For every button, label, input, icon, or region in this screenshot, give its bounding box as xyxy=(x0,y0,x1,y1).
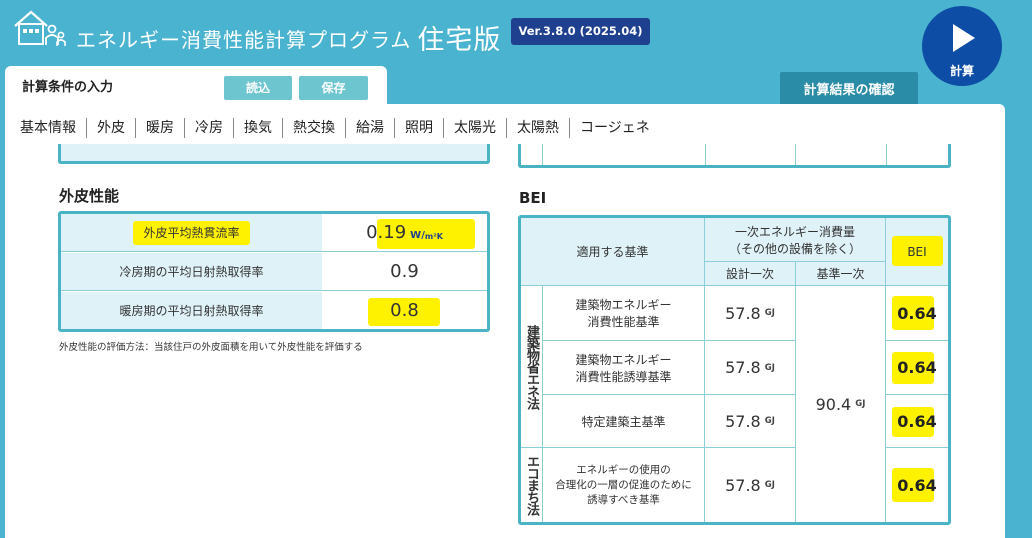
group-label-eco-city-act: エコまち法 xyxy=(521,448,543,522)
tab-envelope[interactable]: 外皮 xyxy=(87,118,136,138)
bei-value-cell: 0.64 xyxy=(886,448,948,522)
tab-cooling[interactable]: 冷房 xyxy=(185,118,234,138)
envelope-note: 外皮性能の評価方法：当該住戸の外皮面積を用いて外皮性能を評価する xyxy=(59,342,363,353)
standard-cell: 特定建築主基準 xyxy=(543,395,705,448)
house-people-icon xyxy=(14,10,66,46)
bei-value-cell: 0.64 xyxy=(886,286,948,341)
table-row: 暖房期の平均日射熱取得率 0.8 xyxy=(61,292,487,329)
app-name: エネルギー消費性能計算プログラム xyxy=(76,28,412,52)
standard-cell: エネルギーの使用の 合理化の一層の促進のために 誘導すべき基準 xyxy=(543,448,705,522)
heating-eta-label: 暖房期の平均日射熱取得率 xyxy=(61,292,322,329)
app-edition: 住宅版 xyxy=(417,25,502,56)
tab-solar-thermal[interactable]: 太陽熱 xyxy=(507,118,570,138)
cooling-eta-value: 0.9 xyxy=(390,261,419,282)
envelope-table: 外皮平均熱貫流率 0.19 W/m²K 冷房期の平均日射熱取得率 0.9 暖房期の… xyxy=(58,211,490,332)
ua-value: 0.19 xyxy=(366,222,407,243)
tab-ventilation[interactable]: 換気 xyxy=(234,118,283,138)
standard-cell: 建築物エネルギー 消費性能基準 xyxy=(543,286,705,341)
bei-section-title: BEI xyxy=(519,189,547,207)
tab-cogeneration[interactable]: コージェネ xyxy=(570,118,660,138)
input-panel-title: 計算条件の入力 xyxy=(22,80,114,95)
envelope-section-title: 外皮性能 xyxy=(59,187,120,205)
tab-heating[interactable]: 暖房 xyxy=(136,118,185,138)
bei-table: 適用する基準 一次エネルギー消費量 （その他の設備を除く） 設計一次 基準一次 … xyxy=(518,215,951,525)
design-value-cell: 57.8 GJ xyxy=(705,286,796,341)
ua-unit: W/m²K xyxy=(410,230,443,241)
calculate-label: 計算 xyxy=(949,64,974,78)
bei-value-cell: 0.64 xyxy=(886,341,948,395)
standard-header: 適用する基準 xyxy=(521,218,705,286)
tab-solar-pv[interactable]: 太陽光 xyxy=(444,118,507,138)
tab-heat-exchange[interactable]: 熱交換 xyxy=(283,118,346,138)
design-header: 設計一次 xyxy=(705,262,796,286)
design-value-cell: 57.8 GJ xyxy=(705,341,796,395)
standard-cell: 建築物エネルギー 消費性能誘導基準 xyxy=(543,341,705,395)
table-row: 冷房期の平均日射熱取得率 0.9 xyxy=(61,253,487,291)
load-button[interactable]: 読込 xyxy=(224,76,292,100)
save-button[interactable]: 保存 xyxy=(299,76,368,100)
reference-header: 基準一次 xyxy=(796,262,886,286)
table-row: 外皮平均熱貫流率 0.19 W/m²K xyxy=(61,214,487,252)
app-title: エネルギー消費性能計算プログラム 住宅版 xyxy=(76,18,501,57)
category-tabs: 基本情報 外皮 暖房 冷房 換気 熱交換 給湯 照明 太陽光 太陽熱 コージェネ xyxy=(20,118,660,140)
tab-lighting[interactable]: 照明 xyxy=(395,118,444,138)
tab-basic-info[interactable]: 基本情報 xyxy=(20,118,87,138)
tab-hot-water[interactable]: 給湯 xyxy=(346,118,395,138)
primary-energy-header: 一次エネルギー消費量 （その他の設備を除く） xyxy=(705,218,886,262)
previous-table-box xyxy=(518,144,951,168)
previous-section-box xyxy=(58,144,490,164)
version-badge: Ver.3.8.0 (2025.04) xyxy=(511,18,650,45)
reference-value-cell: 90.4 GJ xyxy=(796,286,886,522)
cooling-eta-label: 冷房期の平均日射熱取得率 xyxy=(61,253,322,290)
env-value-cell: 0.19 W/m²K xyxy=(322,214,487,251)
design-value-cell: 57.8 GJ xyxy=(705,448,796,522)
env-label-cell: 外皮平均熱貫流率 xyxy=(61,214,322,251)
design-value-cell: 57.8 GJ xyxy=(705,395,796,448)
heating-eta-value: 0.8 xyxy=(390,300,419,321)
env-value-cell: 0.8 xyxy=(322,292,487,329)
calculate-button[interactable]: 計算 xyxy=(922,6,1002,86)
ua-label: 外皮平均熱貫流率 xyxy=(143,226,240,240)
bei-header: BEI xyxy=(886,218,948,286)
play-icon xyxy=(953,24,975,52)
bei-value-cell: 0.64 xyxy=(886,395,948,448)
group-label-energy-act: 建築物省エネ法 xyxy=(521,286,543,448)
